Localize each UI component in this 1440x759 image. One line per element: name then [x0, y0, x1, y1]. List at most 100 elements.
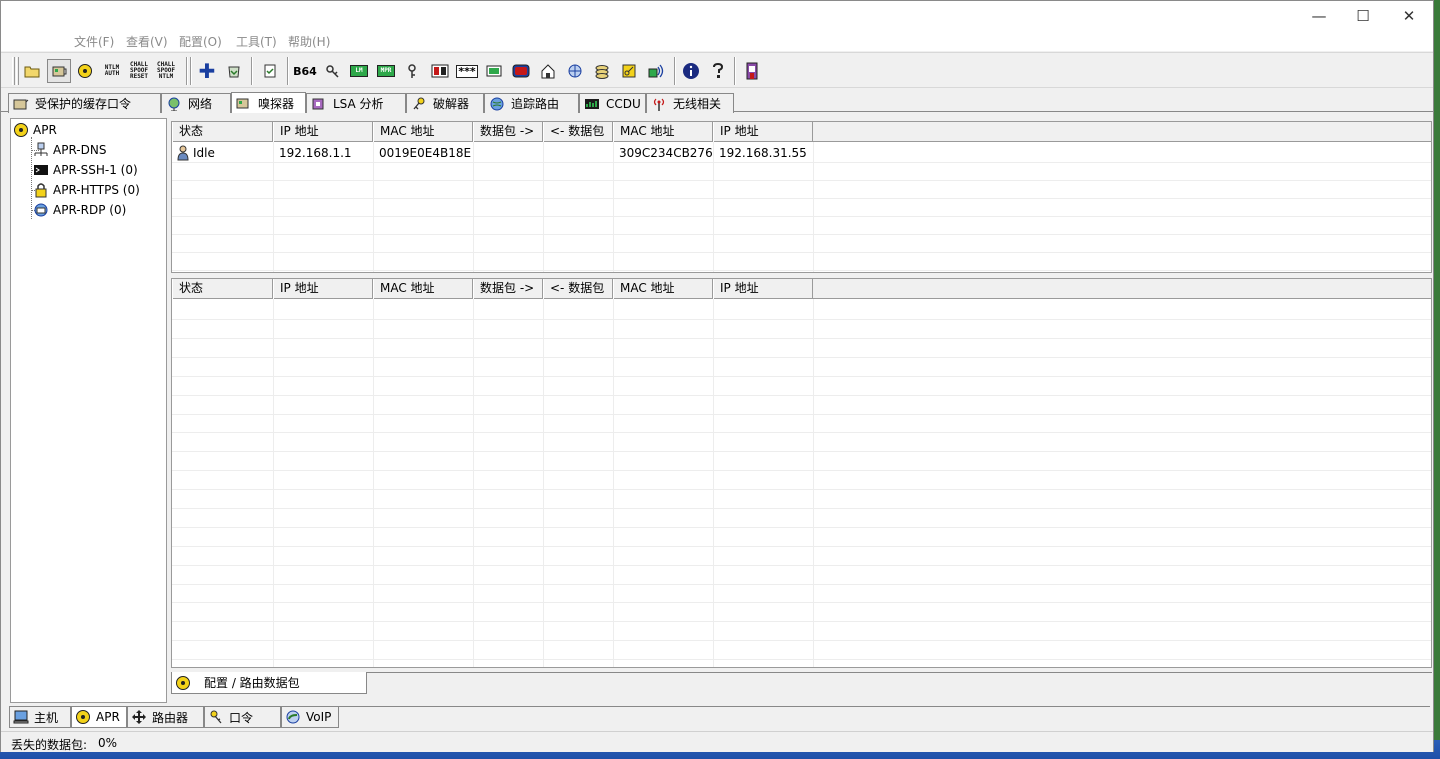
- box-revealer-button[interactable]: ***: [455, 59, 479, 83]
- grid-line: [172, 546, 1431, 547]
- open-folder-button[interactable]: [20, 59, 44, 83]
- chall-spoof-reset-button[interactable]: CHALL SPOOF RESET: [127, 59, 151, 83]
- enterprise-manager-button[interactable]: [563, 59, 587, 83]
- view-tab-routing[interactable]: 路由器: [127, 707, 204, 728]
- lsa-secrets-button[interactable]: [536, 59, 560, 83]
- tree-node-apr-ssh[interactable]: APR-SSH-1 (0): [33, 162, 138, 178]
- tree-node-apr-dns[interactable]: APR-DNS: [33, 142, 106, 158]
- tab-cracker[interactable]: 破解器: [406, 93, 484, 113]
- mpr-button[interactable]: MPR: [374, 59, 398, 83]
- column-status[interactable]: 状态: [172, 122, 273, 142]
- row-status: Idle: [175, 144, 215, 162]
- tab-ccdu[interactable]: CCDU: [579, 93, 646, 113]
- grid-line: [172, 527, 1431, 528]
- menu-view[interactable]: 查看(V): [126, 33, 168, 50]
- grid-line: [172, 602, 1431, 603]
- view-tab-voip[interactable]: VoIP: [281, 707, 339, 728]
- column-ip-address[interactable]: IP 地址: [273, 279, 373, 299]
- pwl-cache-button[interactable]: [509, 59, 533, 83]
- status-bar: 丢失的数据包: 0%: [1, 731, 1433, 752]
- access-database-button[interactable]: [320, 59, 344, 83]
- ccdu-chart-icon: [584, 97, 600, 111]
- tree-node-apr-rdp[interactable]: APR-RDP (0): [33, 202, 126, 218]
- close-button[interactable]: ✕: [1386, 5, 1432, 27]
- tab-network[interactable]: 网络: [161, 93, 231, 113]
- exit-button[interactable]: [740, 59, 764, 83]
- lm-hash-button[interactable]: LM: [347, 59, 371, 83]
- row-mac: 0019E0E4B18E: [379, 146, 472, 160]
- tree-node-apr-https[interactable]: APR-HTTPS (0): [33, 182, 140, 198]
- add-to-list-button[interactable]: ✚: [195, 59, 219, 83]
- tab-label: LSA 分析: [333, 97, 384, 111]
- help-button[interactable]: [706, 59, 730, 83]
- column-packets-in[interactable]: <- 数据包: [543, 122, 613, 142]
- column-packets-out[interactable]: 数据包 ->: [473, 122, 543, 142]
- grid-line: [172, 319, 1431, 320]
- table-header: 状态 IP 地址 MAC 地址 数据包 -> <- 数据包 MAC 地址 IP …: [172, 279, 1431, 299]
- start-apr-button[interactable]: [73, 59, 97, 83]
- column-ip-address[interactable]: IP 地址: [713, 279, 813, 299]
- credential-manager-button[interactable]: [482, 59, 506, 83]
- column-mac-address[interactable]: MAC 地址: [373, 122, 473, 142]
- menu-bar: 文件(F) 查看(V) 配置(O) 工具(T) 帮助(H): [1, 31, 1433, 51]
- dns-server-icon: [33, 142, 49, 158]
- column-status[interactable]: 状态: [172, 279, 273, 299]
- tab-configure-routed-packets[interactable]: 配置 / 路由数据包: [171, 672, 367, 694]
- base64-decoder-button[interactable]: B64: [293, 59, 317, 83]
- document-check-icon: [264, 64, 276, 78]
- router-arrows-icon: [131, 710, 147, 724]
- grid-line: [273, 299, 274, 667]
- column-packets-in[interactable]: <- 数据包: [543, 279, 613, 299]
- tree-node-apr[interactable]: APR: [13, 122, 57, 138]
- remove-from-list-button[interactable]: [222, 59, 246, 83]
- tab-traceroute[interactable]: 追踪路由: [484, 93, 579, 113]
- column-ip-address[interactable]: IP 地址: [713, 122, 813, 142]
- test-password-button[interactable]: [258, 59, 282, 83]
- ntlm-auth-button[interactable]: NTLM AUTH: [100, 59, 124, 83]
- start-sniffer-button[interactable]: [47, 59, 71, 83]
- menu-tools[interactable]: 工具(T): [236, 33, 277, 50]
- minimize-button[interactable]: —: [1296, 5, 1342, 27]
- column-packets-out[interactable]: 数据包 ->: [473, 279, 543, 299]
- grid-line: [172, 451, 1431, 452]
- about-button[interactable]: [679, 59, 703, 83]
- tab-sniffer[interactable]: 嗅探器: [231, 92, 306, 113]
- sniffer-card-icon: [52, 66, 67, 77]
- hash-calculator-button[interactable]: [590, 59, 614, 83]
- toolbar-separator: [186, 57, 188, 85]
- column-mac-address[interactable]: MAC 地址: [613, 122, 713, 142]
- dialup-password-button[interactable]: [428, 59, 452, 83]
- grid-line: [813, 299, 814, 667]
- row-ip: 192.168.31.55: [719, 146, 807, 160]
- chall-spoof-ntlm-button[interactable]: CHALL SPOOF NTLM: [154, 59, 178, 83]
- grid-line: [172, 234, 1431, 235]
- column-mac-address[interactable]: MAC 地址: [373, 279, 473, 299]
- view-tab-hosts[interactable]: 主机: [9, 707, 71, 728]
- nuclear-icon: [176, 675, 190, 690]
- view-tab-passwords[interactable]: 口令: [204, 707, 281, 728]
- view-tab-strip: 主机 APR 路由器 口令 VoIP: [9, 706, 1430, 728]
- grid-line: [543, 299, 544, 667]
- wireless-scanner-button[interactable]: [644, 59, 668, 83]
- menu-file[interactable]: 文件(F): [74, 33, 114, 50]
- tab-protected-storage[interactable]: 受保护的缓存口令: [8, 93, 161, 113]
- column-mac-address[interactable]: MAC 地址: [613, 279, 713, 299]
- grid-line: [172, 395, 1431, 396]
- menu-configure[interactable]: 配置(O): [179, 33, 222, 50]
- tab-label: 破解器: [433, 97, 470, 111]
- menu-help[interactable]: 帮助(H): [288, 33, 330, 50]
- wireless-password-button[interactable]: [401, 59, 425, 83]
- globe-key-icon: [568, 64, 582, 78]
- grid-line: [172, 216, 1431, 217]
- maximize-button[interactable]: ☐: [1340, 5, 1386, 27]
- column-ip-address[interactable]: IP 地址: [273, 122, 373, 142]
- grid-line: [172, 432, 1431, 433]
- tab-wireless[interactable]: 无线相关: [646, 93, 734, 113]
- tab-lsa-secrets[interactable]: LSA 分析: [306, 93, 406, 113]
- rsa-token-button[interactable]: [617, 59, 641, 83]
- row-mac: 309C234CB276: [619, 146, 713, 160]
- grid-line: [172, 252, 1431, 253]
- cracker-key-icon: [411, 97, 427, 111]
- grid-line: [172, 198, 1431, 199]
- view-tab-apr[interactable]: APR: [71, 707, 127, 728]
